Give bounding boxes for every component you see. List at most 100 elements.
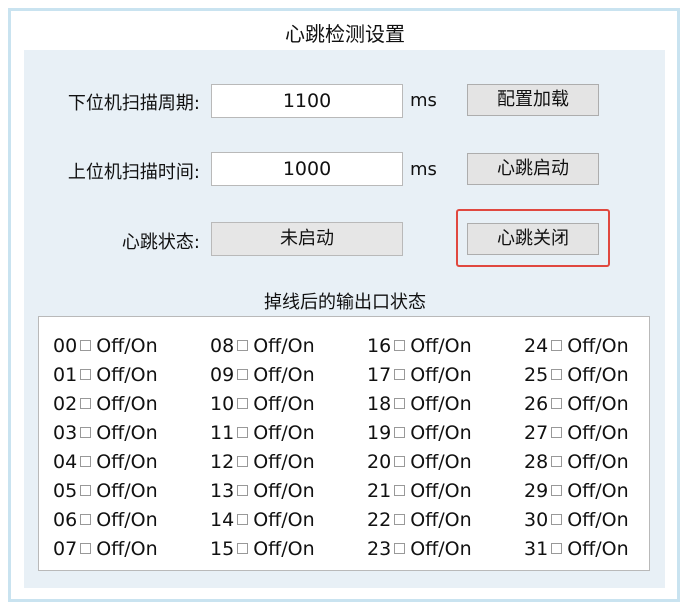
output-label: Off/On	[567, 421, 629, 444]
output-checkbox[interactable]	[551, 398, 563, 409]
output-item[interactable]: 21 Off/On	[367, 476, 524, 505]
output-checkbox[interactable]	[394, 456, 406, 467]
output-checkbox[interactable]	[394, 514, 406, 525]
output-number: 31	[524, 537, 549, 560]
output-item[interactable]: 26 Off/On	[524, 389, 681, 418]
output-item[interactable]: 15 Off/On	[210, 534, 367, 563]
output-label: Off/On	[410, 537, 472, 560]
output-label: Off/On	[410, 479, 472, 502]
output-item[interactable]: 14 Off/On	[210, 505, 367, 534]
output-number: 02	[53, 392, 78, 415]
output-checkbox[interactable]	[237, 514, 249, 525]
output-checkbox[interactable]	[80, 485, 92, 496]
status-value: 未启动	[211, 222, 403, 256]
output-item[interactable]: 24 Off/On	[524, 331, 681, 360]
output-item[interactable]: 18 Off/On	[367, 389, 524, 418]
output-checkbox[interactable]	[551, 514, 563, 525]
output-item[interactable]: 09 Off/On	[210, 360, 367, 389]
output-label: Off/On	[253, 421, 315, 444]
start-heartbeat-button[interactable]: 心跳启动	[467, 153, 599, 185]
output-checkbox[interactable]	[551, 485, 563, 496]
output-checkbox[interactable]	[237, 427, 249, 438]
output-item[interactable]: 16 Off/On	[367, 331, 524, 360]
output-checkbox[interactable]	[80, 456, 92, 467]
output-checkbox[interactable]	[551, 543, 563, 554]
output-number: 24	[524, 334, 549, 357]
output-checkbox[interactable]	[80, 427, 92, 438]
output-item[interactable]: 00 Off/On	[53, 331, 210, 360]
output-item[interactable]: 07 Off/On	[53, 534, 210, 563]
output-item[interactable]: 29 Off/On	[524, 476, 681, 505]
output-item[interactable]: 20 Off/On	[367, 447, 524, 476]
load-config-button[interactable]: 配置加载	[467, 84, 599, 116]
output-checkbox[interactable]	[394, 543, 406, 554]
output-item[interactable]: 06 Off/On	[53, 505, 210, 534]
output-number: 19	[367, 421, 392, 444]
output-checkbox[interactable]	[551, 427, 563, 438]
output-item[interactable]: 19 Off/On	[367, 418, 524, 447]
output-item[interactable]: 27 Off/On	[524, 418, 681, 447]
output-item[interactable]: 08 Off/On	[210, 331, 367, 360]
output-item[interactable]: 10 Off/On	[210, 389, 367, 418]
output-checkbox[interactable]	[394, 340, 406, 351]
output-item[interactable]: 13 Off/On	[210, 476, 367, 505]
output-number: 28	[524, 450, 549, 473]
output-item[interactable]: 02 Off/On	[53, 389, 210, 418]
output-checkbox[interactable]	[80, 514, 92, 525]
output-checkbox[interactable]	[394, 427, 406, 438]
output-label: Off/On	[410, 392, 472, 415]
output-number: 26	[524, 392, 549, 415]
output-item[interactable]: 04 Off/On	[53, 447, 210, 476]
stop-heartbeat-button[interactable]: 心跳关闭	[467, 223, 599, 255]
output-item[interactable]: 30 Off/On	[524, 505, 681, 534]
output-checkbox[interactable]	[394, 369, 406, 380]
output-number: 06	[53, 508, 78, 531]
output-number: 01	[53, 363, 78, 386]
output-checkbox[interactable]	[80, 398, 92, 409]
output-checkbox[interactable]	[394, 398, 406, 409]
output-item[interactable]: 12 Off/On	[210, 447, 367, 476]
output-checkbox[interactable]	[237, 369, 249, 380]
output-item[interactable]: 17 Off/On	[367, 360, 524, 389]
output-checkbox[interactable]	[80, 369, 92, 380]
output-label: Off/On	[96, 421, 158, 444]
output-item[interactable]: 25 Off/On	[524, 360, 681, 389]
output-item[interactable]: 05 Off/On	[53, 476, 210, 505]
output-checkbox[interactable]	[237, 456, 249, 467]
output-label: Off/On	[567, 334, 629, 357]
output-checkbox[interactable]	[551, 369, 563, 380]
output-label: Off/On	[253, 508, 315, 531]
output-label: Off/On	[96, 508, 158, 531]
output-checkbox[interactable]	[394, 485, 406, 496]
output-label: Off/On	[253, 450, 315, 473]
output-number: 13	[210, 479, 235, 502]
output-label: Off/On	[567, 479, 629, 502]
output-item[interactable]: 11 Off/On	[210, 418, 367, 447]
output-label: Off/On	[96, 479, 158, 502]
output-number: 16	[367, 334, 392, 357]
output-checkbox[interactable]	[237, 398, 249, 409]
output-checkbox[interactable]	[237, 340, 249, 351]
output-label: Off/On	[410, 334, 472, 357]
output-number: 12	[210, 450, 235, 473]
output-item[interactable]: 23 Off/On	[367, 534, 524, 563]
upper-scan-input[interactable]: 1000	[211, 152, 403, 186]
output-number: 22	[367, 508, 392, 531]
scan-period-input[interactable]: 1100	[211, 84, 403, 118]
output-number: 30	[524, 508, 549, 531]
output-number: 18	[367, 392, 392, 415]
output-item[interactable]: 31 Off/On	[524, 534, 681, 563]
output-label: Off/On	[410, 450, 472, 473]
output-checkbox[interactable]	[237, 485, 249, 496]
output-number: 17	[367, 363, 392, 386]
output-checkbox[interactable]	[237, 543, 249, 554]
output-item[interactable]: 28 Off/On	[524, 447, 681, 476]
output-label: Off/On	[96, 334, 158, 357]
output-checkbox[interactable]	[551, 340, 563, 351]
output-item[interactable]: 01 Off/On	[53, 360, 210, 389]
output-checkbox[interactable]	[80, 543, 92, 554]
output-item[interactable]: 22 Off/On	[367, 505, 524, 534]
output-checkbox[interactable]	[80, 340, 92, 351]
output-checkbox[interactable]	[551, 456, 563, 467]
output-item[interactable]: 03 Off/On	[53, 418, 210, 447]
